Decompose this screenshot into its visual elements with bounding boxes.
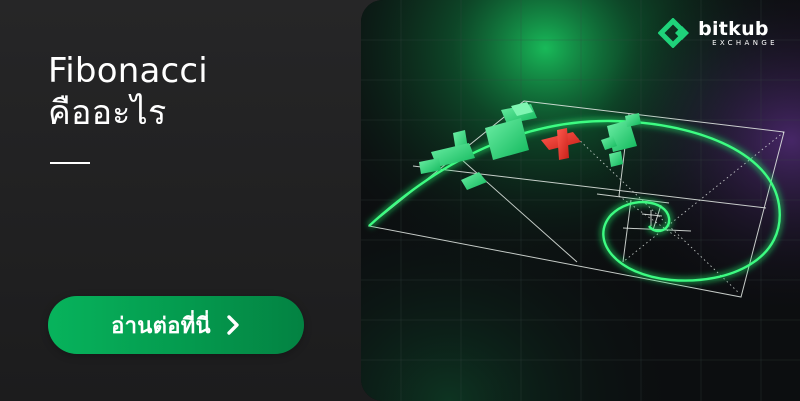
banner-title-line2: คืออะไร <box>48 93 167 133</box>
brand-name: bitkub <box>698 17 769 40</box>
read-more-button[interactable]: อ่านต่อที่นี่ <box>48 296 304 354</box>
banner-text-column: Fibonacci คืออะไร อ่านต่อที่นี่ <box>0 0 362 401</box>
bitkub-wordmark: bitkub EXCHANGE <box>698 19 778 48</box>
banner-title-line1: Fibonacci <box>48 51 208 91</box>
fibonacci-illustration <box>361 0 800 401</box>
fibonacci-banner: Fibonacci คืออะไร อ่านต่อที่นี่ bitkub E… <box>0 0 800 401</box>
banner-title: Fibonacci คืออะไร <box>48 50 208 134</box>
fibonacci-artwork: bitkub EXCHANGE <box>361 0 800 401</box>
bitkub-logo-icon <box>658 18 690 48</box>
brand-subtitle: EXCHANGE <box>712 38 778 47</box>
chevron-right-icon <box>227 315 239 335</box>
title-divider <box>50 162 90 164</box>
bitkub-logo[interactable]: bitkub EXCHANGE <box>658 18 778 48</box>
read-more-label: อ่านต่อที่นี่ <box>111 313 211 339</box>
